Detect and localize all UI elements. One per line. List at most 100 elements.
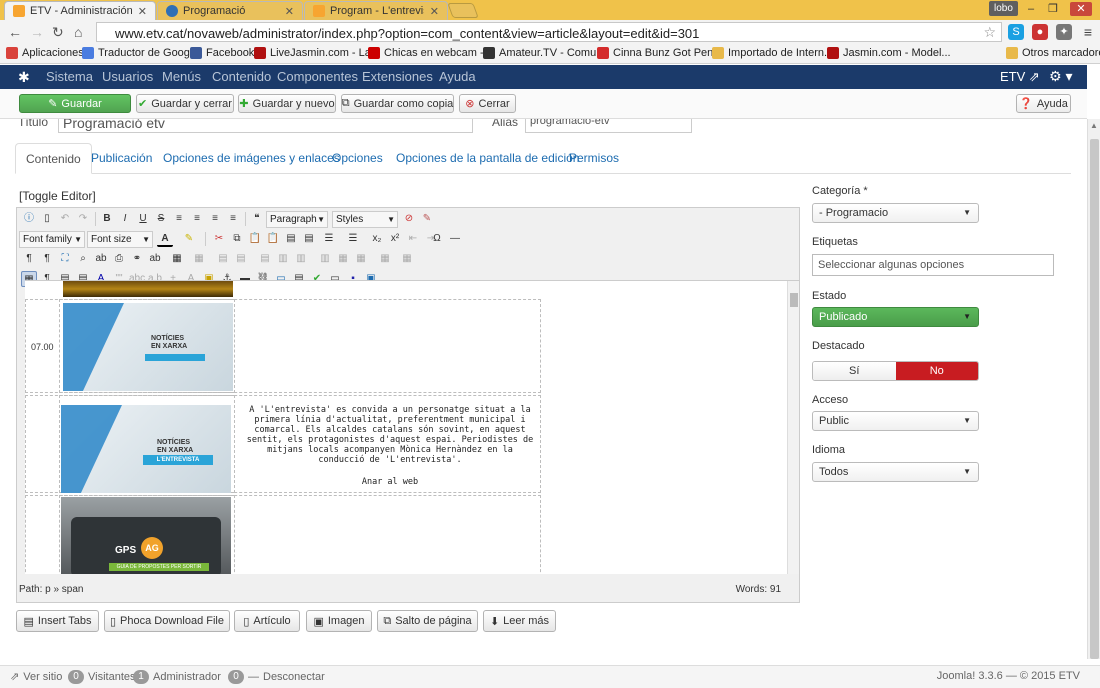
highlight-icon[interactable]: ✎ [181, 231, 197, 247]
clean-format-icon[interactable]: ✎ [419, 211, 435, 227]
site-link[interactable]: ETV ⇗ [1000, 69, 1040, 85]
close-tab-icon[interactable]: ✕ [430, 5, 439, 18]
new-tab-button[interactable] [447, 3, 479, 18]
browser-user-chip[interactable]: lobo [989, 1, 1018, 16]
cell-props-icon[interactable]: ▦ [377, 251, 393, 267]
row-props-icon[interactable]: ▦ [399, 251, 415, 267]
delete-col-icon[interactable]: ▥ [317, 251, 333, 267]
toggle-editor-link[interactable]: [Toggle Editor] [19, 189, 96, 203]
bookmark-jasmin[interactable]: Jasmin.com - Model... [827, 47, 951, 59]
col-after-icon[interactable]: ▥ [293, 251, 309, 267]
italic-icon[interactable]: I [117, 211, 133, 227]
editor-content-area[interactable]: 07.00 NOTÍCIES EN XARXA NOTÍCIES EN XARXA … [25, 280, 799, 574]
align-justify-icon[interactable]: ≡ [225, 211, 241, 227]
insert-tabs-button[interactable]: ▤ Insert Tabs [16, 610, 99, 632]
minimize-icon[interactable]: – [1020, 2, 1042, 16]
menu-usuarios[interactable]: Usuarios [102, 69, 153, 84]
read-more-button[interactable]: ⬇ Leer más [483, 610, 556, 632]
col-before-icon[interactable]: ▥ [275, 251, 291, 267]
select-all-icon[interactable]: ▤ [301, 231, 317, 247]
merge-cells-icon[interactable]: ▦ [353, 251, 369, 267]
forward-arrow-icon[interactable]: → [30, 24, 44, 40]
view-site-link[interactable]: ⇗ Ver sitio [10, 670, 62, 684]
font-family-select[interactable]: Font family ▼ [19, 231, 85, 248]
bookmark-star-icon[interactable]: ☆ [983, 24, 996, 41]
language-select[interactable]: Todos ▼ [812, 462, 979, 482]
title-input[interactable]: Programació etv [58, 119, 473, 133]
bookmark-folder-imported[interactable]: Importado de Intern... [712, 47, 833, 59]
bookmark-chicas[interactable]: Chicas en webcam -... [368, 47, 493, 59]
save-new-button[interactable]: ✚ Guardar y nuevo [238, 94, 336, 113]
browser-tab-programacio[interactable]: Programació ✕ [157, 1, 303, 20]
bold-icon[interactable]: B [99, 211, 115, 227]
table-icon[interactable]: ▦ [169, 251, 185, 267]
bookmark-facebook[interactable]: Facebook [190, 47, 254, 59]
featured-no-button[interactable]: No [895, 362, 978, 380]
paste-icon[interactable]: 📋 [247, 231, 263, 247]
page-scroll-thumb[interactable] [1090, 139, 1099, 659]
close-tab-icon[interactable]: ✕ [285, 5, 294, 18]
user-settings-gear-icon[interactable]: ⚙ ▾ [1049, 68, 1072, 85]
skype-extension-icon[interactable]: S [1008, 24, 1024, 40]
row-before-icon[interactable]: ▤ [215, 251, 231, 267]
rtl-icon[interactable]: ¶ [39, 251, 55, 267]
align-center-icon[interactable]: ≡ [189, 211, 205, 227]
browser-tab-admin[interactable]: ETV - Administración - G ✕ [4, 1, 156, 20]
tab-permisos[interactable]: Permisos [559, 143, 629, 174]
lentrevista-thumbnail[interactable]: NOTÍCIES EN XARXA L'ENTREVISTA [61, 405, 231, 493]
strikethrough-icon[interactable]: S [153, 211, 169, 227]
help-circle-icon[interactable]: ⓘ [21, 211, 37, 227]
article-button[interactable]: ▯ Artículo [234, 610, 300, 632]
replace-text-icon[interactable]: ab [147, 251, 163, 267]
copy-icon[interactable]: ⧉ [229, 231, 245, 247]
find-icon[interactable]: ⌕ [75, 251, 91, 267]
state-select[interactable]: Publicado ▼ [812, 307, 979, 327]
editor-scrollbar[interactable] [787, 281, 799, 574]
close-window-icon[interactable]: ✕ [1070, 2, 1092, 16]
bookmark-amateur[interactable]: Amateur.TV - Comu... [483, 47, 605, 59]
featured-yes-button[interactable]: Sí [813, 362, 896, 380]
menu-menus[interactable]: Menús [162, 69, 201, 84]
gps-ag-thumbnail[interactable]: GPS AG GUIA DE PROPOSTES PER SORTIR [61, 497, 231, 574]
bookmark-livejasmin[interactable]: LiveJasmin.com - La... [254, 47, 380, 59]
scroll-up-icon[interactable]: ▲ [1090, 121, 1098, 130]
page-scrollbar[interactable]: ▲ [1087, 119, 1100, 659]
bullet-list-icon[interactable]: ☰ [321, 231, 337, 247]
access-select[interactable]: Public ▼ [812, 411, 979, 431]
browser-tab-entrevista[interactable]: Program - L'entrevista ✕ [304, 1, 448, 20]
ltr-icon[interactable]: ¶ [21, 251, 37, 267]
chrome-menu-icon[interactable]: ≡ [1080, 24, 1096, 40]
close-button[interactable]: ⊗ Cerrar [459, 94, 516, 113]
alias-input[interactable]: programacio-etv [525, 119, 692, 133]
category-select[interactable]: - Programacio ▼ [812, 203, 979, 223]
menu-sistema[interactable]: Sistema [46, 69, 93, 84]
redo-icon[interactable]: ↷ [75, 211, 91, 227]
back-arrow-icon[interactable]: ← [8, 24, 22, 40]
styles-select[interactable]: Styles ▼ [332, 211, 398, 228]
program-thumbnail-partial[interactable] [63, 281, 233, 297]
remove-link-icon[interactable]: ⊘ [401, 211, 417, 227]
home-icon[interactable]: ⌂ [74, 24, 82, 40]
menu-contenido[interactable]: Contenido [212, 69, 271, 84]
paste-text-icon[interactable]: 📋 [265, 231, 281, 247]
joomla-logo-icon[interactable]: ✱ [18, 69, 30, 86]
print-icon[interactable]: ⎙ [111, 251, 127, 267]
new-document-icon[interactable]: ▯ [39, 211, 55, 227]
help-button[interactable]: ❓ Ayuda [1016, 94, 1071, 113]
bookmark-apps[interactable]: Aplicaciones [6, 47, 84, 59]
replace-icon[interactable]: ab [93, 251, 109, 267]
format-select[interactable]: Paragraph ▼ [266, 211, 328, 228]
extension-tools-icon[interactable]: ✦ [1056, 24, 1072, 40]
special-char-icon[interactable]: Ω [429, 231, 445, 247]
extension-icon[interactable]: ● [1032, 24, 1048, 40]
align-right-icon[interactable]: ≡ [207, 211, 223, 227]
align-left-icon[interactable]: ≡ [171, 211, 187, 227]
split-cells-icon[interactable]: ▦ [335, 251, 351, 267]
save-close-button[interactable]: ✔ Guardar y cerrar [136, 94, 234, 113]
table-props-icon[interactable]: ▦ [191, 251, 207, 267]
tab-publicacion[interactable]: Publicación [81, 143, 162, 174]
image-button[interactable]: ▣ Imagen [306, 610, 372, 632]
save-button[interactable]: ✎ Guardar [19, 94, 131, 113]
tab-imagenes-enlaces[interactable]: Opciones de imágenes y enlaces [153, 143, 350, 174]
bookmark-translate[interactable]: Traductor de Google [82, 47, 198, 59]
